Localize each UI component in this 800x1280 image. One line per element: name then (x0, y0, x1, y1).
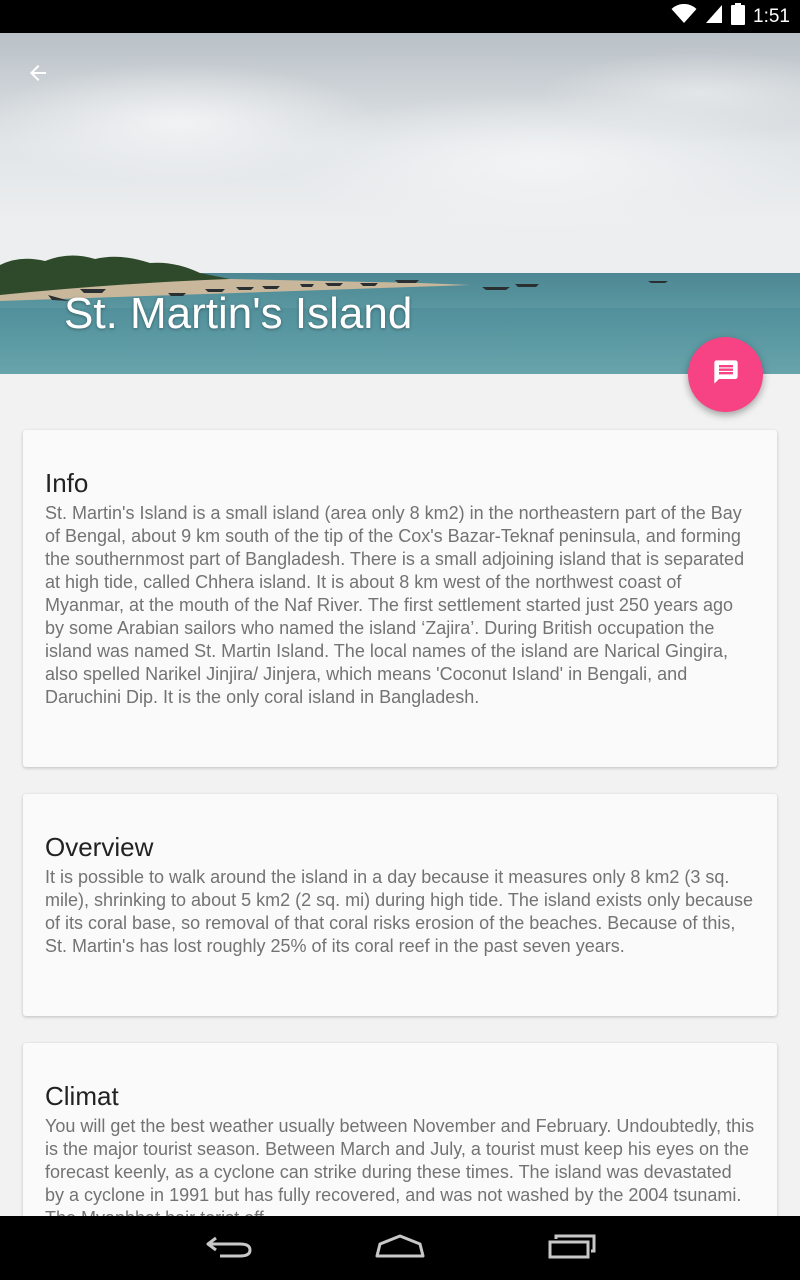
card-title-overview: Overview (45, 832, 154, 862)
signal-icon (705, 4, 723, 29)
wifi-icon (671, 3, 697, 29)
back-button[interactable] (26, 61, 72, 107)
home-nav-icon (374, 1233, 426, 1264)
recents-nav-icon (548, 1233, 596, 1264)
battery-icon (731, 3, 746, 30)
message-icon (712, 358, 740, 391)
page-title: St. Martin's Island (64, 289, 413, 338)
info-card: Info St. Martin's Island is a small isla… (23, 430, 777, 767)
back-nav-icon (206, 1232, 254, 1265)
card-title-info: Info (45, 468, 89, 498)
status-time: 1:51 (753, 5, 790, 27)
system-nav-bar (0, 1216, 800, 1280)
header-image: St. Martin's Island (0, 33, 800, 374)
nav-home-button[interactable] (350, 1216, 450, 1280)
status-icons: 1:51 (671, 0, 790, 33)
message-fab-button[interactable] (688, 337, 763, 412)
card-body-overview: It is possible to walk around the island… (45, 867, 754, 956)
card-body-info: St. Martin's Island is a small island (a… (45, 503, 745, 707)
content-scroll[interactable]: Info St. Martin's Island is a small isla… (0, 374, 800, 1216)
card-title-climat: Climat (45, 1081, 119, 1111)
card-body-climat: You will get the best weather usually be… (45, 1116, 755, 1216)
app-screen: 1:51 St. Martin's Island Info St. Martin… (0, 0, 800, 1280)
nav-back-button[interactable] (180, 1216, 280, 1280)
overview-card: Overview It is possible to walk around t… (23, 794, 777, 1016)
nav-recents-button[interactable] (522, 1216, 622, 1280)
status-bar: 1:51 (0, 0, 800, 33)
climat-card: Climat You will get the best weather usu… (23, 1043, 777, 1216)
